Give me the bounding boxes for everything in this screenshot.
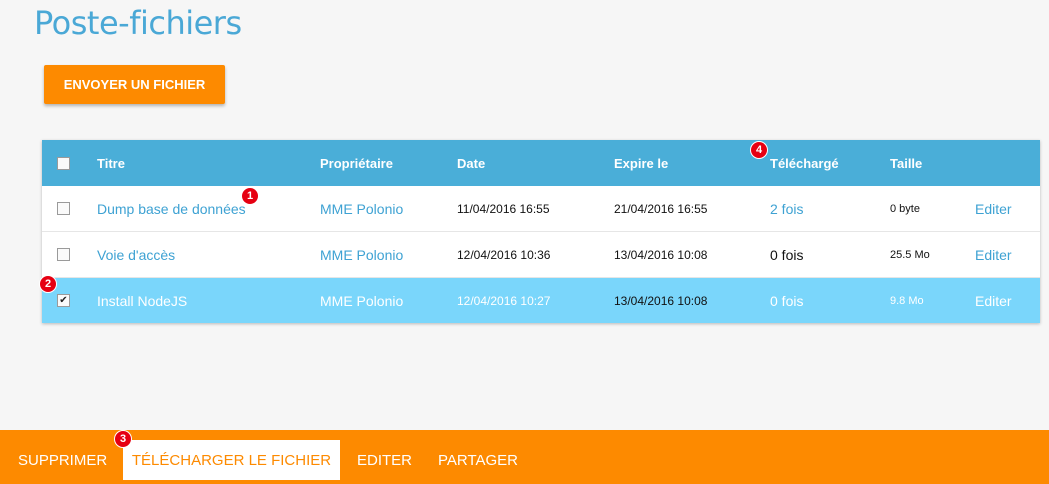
file-title-link[interactable]: Dump base de données	[97, 186, 246, 231]
table-row[interactable]: Dump base de données MME Polonio 11/04/2…	[42, 186, 1040, 232]
row-checkbox-cell: ✔	[57, 278, 70, 323]
file-date: 12/04/2016 10:36	[457, 247, 551, 262]
file-expires: 13/04/2016 10:08	[614, 247, 708, 262]
owner-link[interactable]: MME Polonio	[320, 232, 403, 277]
header-date[interactable]: Date	[457, 140, 485, 186]
select-all-cell	[57, 140, 70, 186]
annotation-badge-3: 3	[115, 431, 131, 447]
annotation-badge-4: 4	[751, 142, 767, 158]
row-checkbox-checked[interactable]: ✔	[57, 294, 70, 307]
files-table: Titre Propriétaire Date Expire le Téléch…	[42, 140, 1040, 323]
annotation-badge-2: 2	[40, 276, 56, 292]
download-count-link[interactable]: 2 fois	[770, 186, 803, 231]
select-all-checkbox[interactable]	[57, 156, 70, 170]
edit-button[interactable]: EDITER	[357, 440, 412, 480]
bottom-action-bar: SUPPRIMER TÉLÉCHARGER LE FICHIER EDITER …	[0, 430, 1049, 484]
table-row[interactable]: Voie d'accès MME Polonio 12/04/2016 10:3…	[42, 232, 1040, 278]
edit-link[interactable]: Editer	[975, 278, 1012, 323]
row-checkbox[interactable]	[57, 248, 70, 261]
file-title[interactable]: Install NodeJS	[97, 278, 187, 323]
header-downloaded[interactable]: Téléchargé	[770, 140, 839, 186]
delete-button[interactable]: SUPPRIMER	[18, 440, 107, 480]
download-count: 0 fois	[770, 246, 804, 263]
owner-link[interactable]: MME Polonio	[320, 278, 403, 323]
row-checkbox[interactable]	[57, 202, 70, 215]
annotation-badge-1: 1	[242, 188, 258, 204]
page: Poste-fichiers ENVOYER UN FICHIER Titre …	[0, 0, 1049, 484]
row-checkbox-cell	[57, 186, 70, 231]
download-count: 0 fois	[770, 292, 804, 309]
upload-file-button[interactable]: ENVOYER UN FICHIER	[44, 65, 225, 104]
table-row-selected[interactable]: ✔ Install NodeJS MME Polonio 12/04/2016 …	[42, 278, 1040, 323]
share-button[interactable]: PARTAGER	[438, 440, 518, 480]
file-size: 9.8 Mo	[890, 294, 924, 307]
file-date: 12/04/2016 10:27	[457, 293, 551, 308]
file-size: 0 byte	[890, 202, 920, 215]
header-owner[interactable]: Propriétaire	[320, 140, 393, 186]
file-size: 25.5 Mo	[890, 248, 930, 261]
header-title[interactable]: Titre	[97, 140, 125, 186]
file-expires: 13/04/2016 10:08	[614, 293, 708, 308]
header-expires[interactable]: Expire le	[614, 140, 668, 186]
owner-link[interactable]: MME Polonio	[320, 186, 403, 231]
page-title: Poste-fichiers	[34, 4, 242, 42]
row-checkbox-cell	[57, 232, 70, 277]
file-expires: 21/04/2016 16:55	[614, 201, 708, 216]
table-header: Titre Propriétaire Date Expire le Téléch…	[42, 140, 1040, 186]
file-title-link[interactable]: Voie d'accès	[97, 232, 175, 277]
download-file-button[interactable]: TÉLÉCHARGER LE FICHIER	[123, 440, 340, 480]
header-size[interactable]: Taille	[890, 140, 922, 186]
edit-link[interactable]: Editer	[975, 232, 1012, 277]
file-date: 11/04/2016 16:55	[457, 201, 550, 216]
edit-link[interactable]: Editer	[975, 186, 1012, 231]
